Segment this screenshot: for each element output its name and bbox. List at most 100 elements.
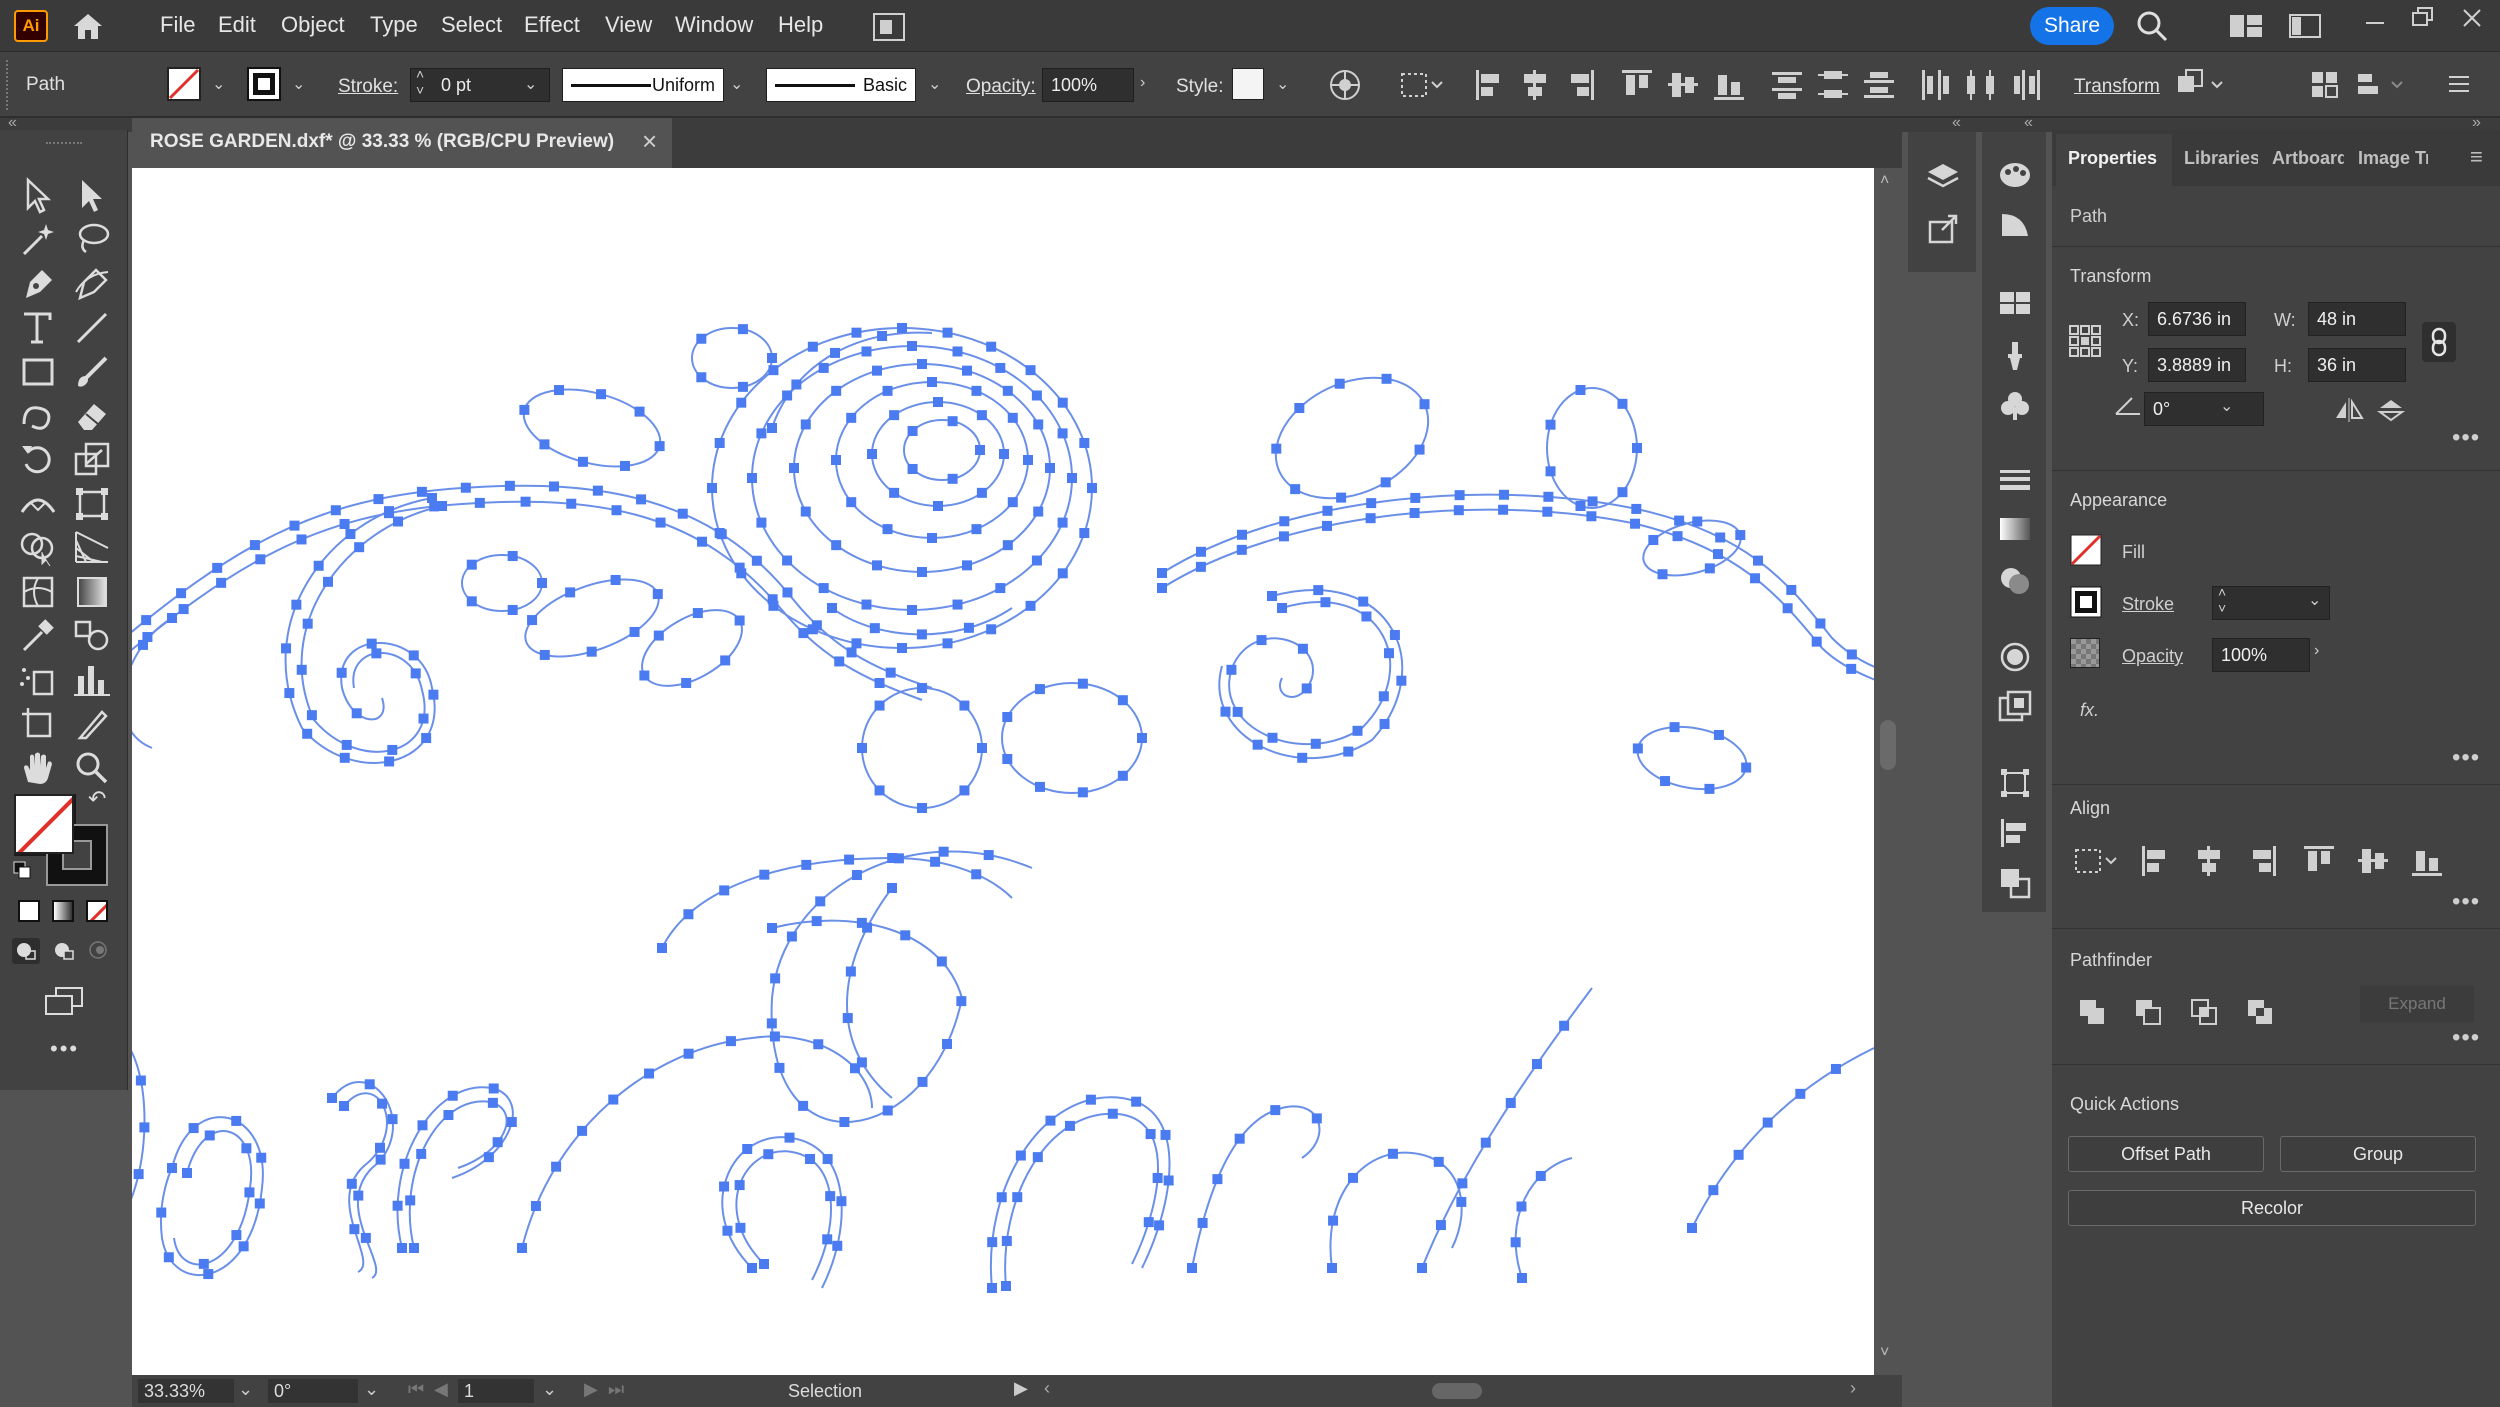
anchor-point[interactable] [1414, 444, 1425, 455]
transform-panel-icon[interactable] [1998, 766, 2032, 805]
anchor-point[interactable] [1154, 1220, 1165, 1231]
home-icon[interactable] [70, 10, 106, 47]
anchor-point[interactable] [1313, 585, 1324, 596]
collapse-icon-col-2[interactable]: « [2024, 114, 2033, 132]
anchor-point[interactable] [882, 1105, 893, 1116]
anchor-point[interactable] [851, 327, 862, 338]
anchor-point[interactable] [1034, 781, 1045, 792]
anchor-point[interactable] [707, 483, 717, 493]
anchor-point[interactable] [851, 870, 862, 881]
anchor-point[interactable] [1617, 398, 1628, 409]
anchor-point[interactable] [1079, 528, 1090, 539]
gradient-tool-icon[interactable] [72, 572, 112, 612]
anchor-point[interactable] [474, 497, 485, 508]
anchor-point[interactable] [1617, 487, 1628, 498]
anchor-point[interactable] [397, 1243, 407, 1253]
anchor-point[interactable] [409, 1243, 419, 1253]
align-more-options-icon[interactable]: ••• [2452, 888, 2480, 916]
pathfinder-panel-icon[interactable] [1998, 866, 2032, 905]
align-to-selection-icon[interactable] [1400, 70, 1444, 105]
anchor-point[interactable] [1713, 729, 1724, 740]
anchor-point[interactable] [1160, 1129, 1171, 1140]
anchor-point[interactable] [1034, 684, 1045, 695]
anchor-point[interactable] [296, 534, 307, 545]
anchor-point[interactable] [1704, 783, 1715, 794]
anchor-point[interactable] [1025, 365, 1036, 376]
anchor-point[interactable] [719, 885, 730, 896]
anchor-point[interactable] [577, 456, 588, 467]
anchor-point[interactable] [507, 551, 518, 562]
anchor-point[interactable] [1131, 1096, 1142, 1107]
distribute-right-icon[interactable] [2010, 68, 2044, 107]
anchor-point[interactable] [284, 688, 295, 699]
anchor-point[interactable] [959, 785, 970, 796]
anchor-point[interactable] [1669, 722, 1680, 733]
anchor-point[interactable] [1753, 555, 1764, 566]
anchor-point[interactable] [983, 850, 994, 861]
anchor-point[interactable] [986, 341, 997, 352]
anchor-point[interactable] [827, 603, 837, 613]
anchor-point[interactable] [907, 605, 918, 615]
share-button[interactable]: Share [2030, 7, 2114, 45]
anchor-point[interactable] [592, 485, 603, 496]
menu-type[interactable]: Type [370, 12, 418, 38]
anchor-point[interactable] [1234, 1133, 1245, 1144]
anchor-point[interactable] [831, 455, 841, 465]
anchor-point[interactable] [805, 1153, 816, 1164]
anchor-point[interactable] [1032, 1152, 1043, 1163]
zoom-field[interactable]: 33.33% [138, 1379, 234, 1403]
anchor-point[interactable] [428, 689, 439, 700]
anchor-point[interactable] [1195, 561, 1206, 572]
anchor-point[interactable] [815, 896, 826, 907]
anchor-point[interactable] [882, 524, 893, 535]
anchor-point[interactable] [313, 560, 324, 571]
group-button[interactable]: Group [2280, 1136, 2476, 1172]
anchor-point[interactable] [345, 529, 356, 540]
anchor-point[interactable] [916, 629, 927, 640]
anchor-point[interactable] [1057, 568, 1068, 579]
anchor-point[interactable] [681, 677, 692, 688]
vertical-scrollbar[interactable]: ˄ ˅ [1874, 168, 1902, 1375]
anchor-point[interactable] [410, 668, 421, 679]
anchor-point[interactable] [976, 410, 987, 421]
anchor-point[interactable] [551, 1161, 562, 1172]
stroke-dropdown-chevron-icon[interactable]: ⌄ [292, 74, 305, 94]
anchor-point[interactable] [1328, 1215, 1339, 1226]
anchor-point[interactable] [231, 1115, 242, 1126]
anchor-point[interactable] [1704, 563, 1715, 574]
anchor-point[interactable] [692, 608, 703, 619]
anchor-point[interactable] [188, 1123, 199, 1134]
anchor-point[interactable] [861, 346, 872, 357]
anchor-point[interactable] [1410, 492, 1421, 503]
anchor-point[interactable] [1505, 1097, 1516, 1108]
anchor-point[interactable] [1064, 1120, 1075, 1131]
anchor-point[interactable] [1157, 583, 1167, 593]
anchor-point[interactable] [811, 916, 822, 927]
anchor-point[interactable] [619, 460, 630, 471]
anchor-point[interactable] [1419, 399, 1430, 410]
flip-vertical-icon[interactable] [2376, 398, 2406, 427]
anchor-point[interactable] [889, 487, 900, 498]
anchor-point[interactable] [1358, 596, 1369, 607]
edit-toolbar-icon[interactable]: ••• [50, 1036, 79, 1062]
appearance-fill-swatch[interactable] [2070, 534, 2102, 571]
perspective-grid-tool-icon[interactable] [72, 528, 112, 568]
free-transform-tool-icon[interactable] [72, 484, 112, 524]
anchor-point[interactable] [1517, 1273, 1527, 1283]
anchor-point[interactable] [443, 1110, 454, 1121]
fill-none-indicator-front[interactable] [14, 794, 74, 854]
recolor-artwork-icon[interactable] [1328, 68, 1362, 107]
anchor-point[interactable] [1516, 1201, 1527, 1212]
anchor-point[interactable] [167, 613, 177, 623]
mesh-tool-icon[interactable] [18, 572, 58, 612]
anchor-point[interactable] [135, 1075, 146, 1086]
anchor-point[interactable] [339, 752, 350, 763]
anchor-point[interactable] [1383, 648, 1394, 659]
anchor-point[interactable] [652, 589, 663, 600]
anchor-point[interactable] [1846, 649, 1857, 660]
appearance-opacity-field[interactable]: 100% [2212, 638, 2310, 672]
anchor-point[interactable] [421, 733, 432, 744]
close-window-icon[interactable] [2458, 4, 2488, 39]
anchor-point[interactable] [353, 1190, 364, 1201]
pen-tool-icon[interactable] [18, 264, 58, 304]
